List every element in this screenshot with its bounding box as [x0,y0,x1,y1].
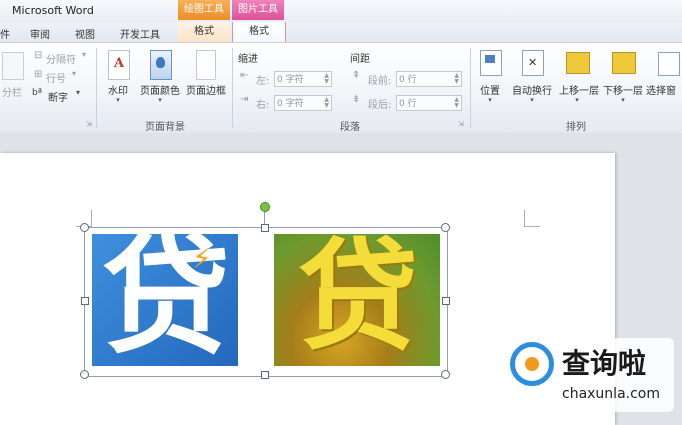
spacing-after-spinner[interactable]: 0 行 ▲ ▼ [396,95,462,111]
spinner-arrows-icon[interactable]: ▲ ▼ [454,97,459,109]
spacing-before-spinner[interactable]: 0 行 ▲ ▼ [396,71,462,87]
spinner-arrows-icon[interactable]: ▲ ▼ [324,97,329,109]
spacing-before-label: 段前: [368,76,392,87]
watermark-button[interactable]: 水印 [104,82,132,97]
watermark-brand: 查询啦 [562,347,647,380]
watermark-domain: chaxunla.com [562,386,660,402]
spacing-after-icon: ⇟ [352,94,361,105]
resize-handle-bottom[interactable] [261,371,269,379]
resize-handle-bottom-right[interactable] [441,370,450,379]
wrap-text-dropdown-icon[interactable]: ▾ [527,96,537,104]
wrap-text-button[interactable]: 自动换行 [508,82,556,97]
margin-mark [91,210,92,226]
resize-handle-top-right[interactable] [441,223,450,232]
resize-handle-left[interactable] [81,297,89,305]
page-color-icon [150,50,172,80]
indent-left-spinner[interactable]: 0 字符 ▲ ▼ [274,71,332,87]
tab-drawing-format[interactable]: 格式 [178,22,230,42]
tab-file[interactable]: 件 [0,26,10,41]
line-numbers-icon: ⊞ [34,69,43,80]
indent-right-label: 右: [256,100,270,111]
spinner-arrows-icon[interactable]: ▲ ▼ [454,73,459,85]
resize-handle-right[interactable] [442,297,450,305]
spacing-before-value: 0 行 [399,75,417,85]
indent-left-label: 左: [256,76,270,87]
indent-left-value: 0 字符 [277,75,304,85]
line-numbers-button[interactable]: 行号 [46,70,66,85]
tab-developer[interactable]: 开发工具 [120,26,160,41]
position-dropdown-icon[interactable]: ▾ [485,96,495,104]
send-backward-dropdown-icon[interactable]: ▾ [618,96,628,104]
resize-handle-top-left[interactable] [80,223,89,232]
image-right-glyph: 贷 [298,234,418,366]
search-icon [510,342,554,386]
indent-right-value: 0 字符 [277,99,304,109]
wrap-text-icon: ✕ [522,50,544,76]
drawing-tools-group: 绘图工具 [178,0,230,20]
columns-icon [2,52,24,80]
bring-forward-dropdown-icon[interactable]: ▾ [572,96,582,104]
indent-right-spinner[interactable]: 0 字符 ▲ ▼ [274,95,332,111]
hyphenation-dropdown-icon[interactable]: ▾ [76,88,80,97]
position-icon [480,50,502,76]
line-numbers-dropdown-icon[interactable]: ▾ [72,69,76,78]
group-divider [96,48,97,128]
position-button[interactable]: 位置 [474,82,506,97]
indent-header: 缩进 [238,54,258,65]
send-backward-icon [612,52,636,74]
paragraph-launcher-icon[interactable]: ⇲ [458,120,464,128]
image-loan-gold[interactable]: 贷 [274,234,440,366]
tab-view[interactable]: 视图 [75,26,95,41]
tab-review[interactable]: 审阅 [30,26,50,41]
paragraph-group-label: 段落 [340,122,360,133]
spacing-after-value: 0 行 [399,99,417,109]
breaks-dropdown-icon[interactable]: ▾ [82,50,86,59]
watermark-dropdown-icon[interactable]: ▾ [113,96,123,104]
image-loan-blue[interactable]: 贷 ⚡ [92,234,238,366]
page-setup-launcher-icon[interactable]: ⇲ [86,120,92,128]
arrange-group-label: 排列 [566,122,586,133]
margin-mark [524,226,540,227]
columns-button[interactable]: 分栏 [2,84,22,99]
spacing-before-icon: ⇞ [352,70,361,81]
watermark-icon: A [108,50,130,80]
breaks-icon: ⊟ [34,50,43,61]
indent-left-icon: ⇤ [240,70,249,81]
indent-right-icon: ⇥ [240,94,249,105]
resize-handle-top[interactable] [261,224,269,232]
page-borders-button[interactable]: 页面边框 [184,82,228,97]
lightning-icon: ⚡ [192,242,212,275]
resize-handle-bottom-left[interactable] [80,370,89,379]
tab-picture-format[interactable]: 格式 [232,22,286,43]
send-backward-button[interactable]: 下移一层 [600,82,646,97]
selection-pane-button[interactable]: 选择窗 [646,82,682,97]
ribbon-tab-row [0,22,682,42]
group-divider [232,48,233,128]
page-color-dropdown-icon[interactable]: ▾ [155,96,165,104]
page-color-button[interactable]: 页面颜色 [138,82,182,97]
picture-tools-group: 图片工具 [232,0,284,20]
selection-pane-icon [658,52,680,76]
group-divider [470,48,471,128]
page-borders-icon [196,50,216,80]
bring-forward-button[interactable]: 上移一层 [556,82,602,97]
page-background-group-label: 页面背景 [145,122,185,133]
breaks-button[interactable]: 分隔符 [46,51,76,66]
spacing-header: 间距 [350,54,370,65]
window-title: Microsoft Word [12,4,94,17]
site-watermark: 查询啦 chaxunla.com [504,338,674,412]
hyphenation-icon: bª [32,88,42,98]
title-bar [0,0,682,22]
bring-forward-icon [566,52,590,74]
rotate-handle-icon[interactable] [260,202,270,212]
margin-mark [524,210,525,226]
hyphenation-button[interactable]: 断字 [48,89,68,104]
spacing-after-label: 段后: [368,100,392,111]
spinner-arrows-icon[interactable]: ▲ ▼ [324,73,329,85]
